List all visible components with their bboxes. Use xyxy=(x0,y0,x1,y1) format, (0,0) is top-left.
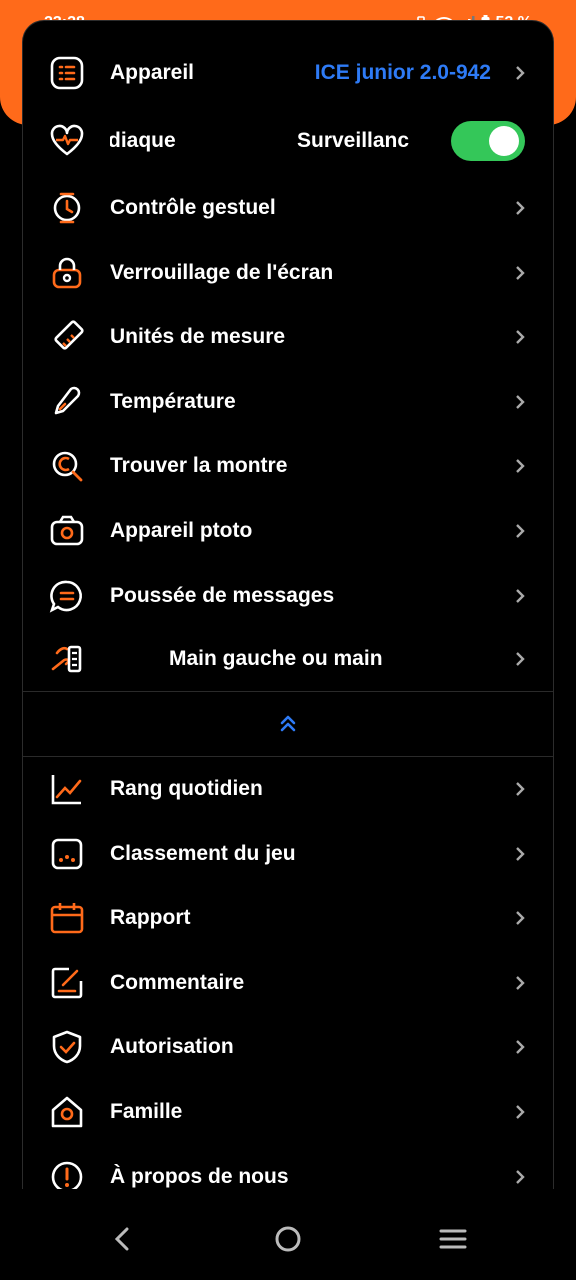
menu-item-label: Commentaire xyxy=(110,970,245,994)
ruler-icon xyxy=(54,320,84,350)
collapse-button[interactable] xyxy=(273,711,303,737)
calendar-icon xyxy=(50,903,84,934)
chevron-right-icon xyxy=(516,201,525,215)
menu-item-label: À propos de nous xyxy=(110,1164,289,1188)
chevron-right-icon xyxy=(516,1105,525,1119)
menu-item[interactable]: Rang quotidien xyxy=(23,757,553,821)
menu-item[interactable]: Unités de mesure xyxy=(23,305,553,369)
heart-rate-icon xyxy=(50,124,84,156)
settings-panel: Appareil ICE junior 2.0-942 diaque Surve… xyxy=(22,20,554,1189)
menu-item-label: Famille xyxy=(110,1100,183,1123)
heart-monitor-toggle[interactable] xyxy=(451,121,525,161)
toggle-knob xyxy=(489,126,519,156)
chevron-right-icon xyxy=(516,782,525,796)
menu-item[interactable]: Température xyxy=(23,370,553,434)
menu-item[interactable]: Famille xyxy=(23,1080,553,1144)
menu-item[interactable]: Autorisation xyxy=(23,1015,553,1079)
device-list-icon xyxy=(50,56,84,90)
menu-item-label: Rapport xyxy=(110,906,191,930)
menu-item-label: Autorisation xyxy=(110,1035,234,1059)
info-icon xyxy=(51,1161,83,1189)
chevron-right-icon xyxy=(516,524,525,538)
menu-item-label: Température xyxy=(110,389,236,413)
chevron-right-icon xyxy=(516,66,525,80)
device-label: Appareil xyxy=(110,61,195,84)
chart-line-icon xyxy=(51,775,82,805)
chevron-right-icon xyxy=(516,846,525,861)
menu-item-label: Verrouillage de l'écran xyxy=(110,260,334,284)
back-icon[interactable] xyxy=(112,1226,132,1252)
menu-item[interactable]: Contrôle gestuel xyxy=(23,176,553,240)
menu-item[interactable]: Classement du jeu xyxy=(23,822,553,886)
hand-icon xyxy=(51,645,82,673)
search-watch-icon xyxy=(52,452,83,482)
menu-item[interactable]: Rapport xyxy=(23,886,553,950)
home-icon xyxy=(51,1096,83,1128)
heart-rate-label: diaque xyxy=(110,129,176,152)
chevron-right-icon xyxy=(516,652,525,666)
menu-item[interactable]: Commentaire xyxy=(23,951,553,1015)
chevron-right-icon xyxy=(516,459,525,474)
system-navigation-bar xyxy=(0,1190,576,1280)
menu-item[interactable]: Verrouillage de l'écran xyxy=(23,241,553,305)
chevron-right-icon xyxy=(516,588,525,603)
menu-item[interactable]: Trouver la montre xyxy=(23,434,553,498)
menu-item-label: Unités de mesure xyxy=(110,325,286,349)
menu-item-label: Poussée de messages xyxy=(110,583,335,607)
chevron-right-icon xyxy=(516,394,525,409)
camera-icon xyxy=(50,515,84,546)
recent-apps-icon[interactable] xyxy=(439,1228,467,1250)
chevron-right-icon xyxy=(516,265,525,280)
menu-item-label: Appareil ptoto xyxy=(110,519,253,542)
chevron-right-icon xyxy=(516,975,525,990)
menu-item-label: Trouver la montre xyxy=(110,454,288,478)
menu-item[interactable]: À propos de nous xyxy=(23,1145,553,1189)
heart-rate-row: diaque Surveillanc xyxy=(23,109,553,173)
thermometer-icon xyxy=(54,386,81,415)
home-icon[interactable] xyxy=(275,1226,301,1252)
hand-row[interactable]: Main gauche ou main xyxy=(23,627,553,691)
menu-item[interactable]: Poussée de messages xyxy=(23,564,553,628)
double-chevron-up-icon xyxy=(280,715,296,732)
menu-item-label: Rang quotidien xyxy=(110,777,263,800)
menu-item[interactable]: Appareil ptoto xyxy=(23,499,553,563)
device-name[interactable]: ICE junior 2.0-942 xyxy=(315,61,491,85)
chevron-right-icon xyxy=(516,911,525,926)
hand-label: Main gauche ou main xyxy=(169,647,383,670)
feedback-icon xyxy=(51,967,83,999)
message-icon xyxy=(49,580,82,613)
heart-monitor-label: Surveillanc xyxy=(297,129,410,152)
device-row[interactable]: Appareil ICE junior 2.0-942 xyxy=(23,41,553,105)
shield-check-icon xyxy=(52,1031,82,1064)
game-icon xyxy=(51,838,83,869)
lock-icon xyxy=(52,257,82,288)
chevron-right-icon xyxy=(516,1169,525,1184)
chevron-right-icon xyxy=(516,330,525,345)
watch-icon xyxy=(53,192,81,224)
chevron-right-icon xyxy=(516,1040,525,1055)
divider xyxy=(23,691,553,692)
menu-item-label: Contrôle gestuel xyxy=(110,196,276,219)
menu-item-label: Classement du jeu xyxy=(110,841,296,865)
